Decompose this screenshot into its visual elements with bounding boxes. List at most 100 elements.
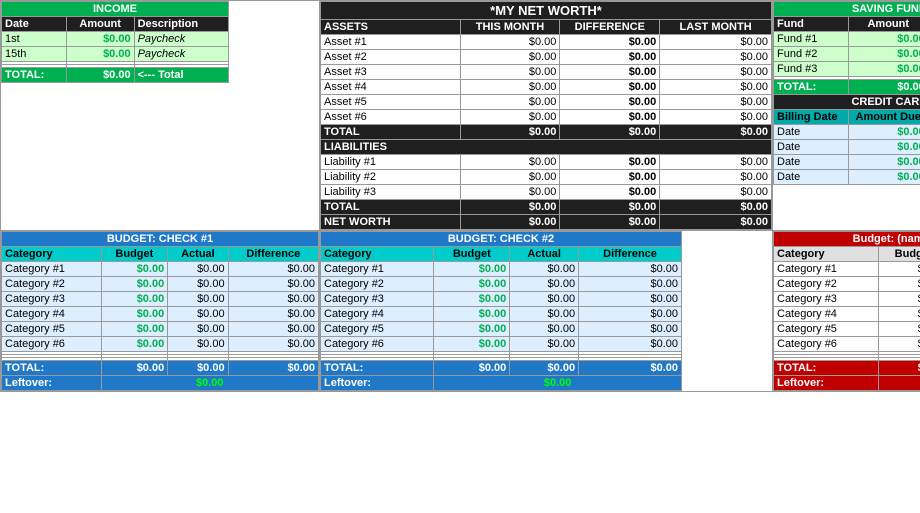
cc-row-3-date[interactable]: Date	[774, 155, 849, 170]
b2-r6-budget[interactable]: $0.00	[434, 337, 510, 352]
b2-r6-cat[interactable]: Category #6	[321, 337, 434, 352]
cc-row-3-amount[interactable]: $0.00	[848, 155, 920, 170]
asset-4-this-month[interactable]: $0.00	[460, 80, 560, 95]
asset-5-difference[interactable]: $0.00	[560, 95, 660, 110]
b2-r3-actual[interactable]: $0.00	[510, 292, 579, 307]
asset-6-last-month[interactable]: $0.00	[660, 110, 772, 125]
b1-r5-diff[interactable]: $0.00	[228, 322, 318, 337]
b2-r2-actual[interactable]: $0.00	[510, 277, 579, 292]
bn-r6-budget[interactable]: $0.00	[878, 337, 920, 352]
b2-r2-diff[interactable]: $0.00	[579, 277, 682, 292]
asset-5-name[interactable]: Asset #5	[321, 95, 461, 110]
b2-r1-budget[interactable]: $0.00	[434, 262, 510, 277]
b1-r4-cat[interactable]: Category #4	[2, 307, 102, 322]
b1-r6-diff[interactable]: $0.00	[228, 337, 318, 352]
asset-3-difference[interactable]: $0.00	[560, 65, 660, 80]
b1-r6-budget[interactable]: $0.00	[101, 337, 168, 352]
sf-row-1-fund[interactable]: Fund #1	[774, 32, 849, 47]
sf-row-2-amount[interactable]: $0.00	[848, 47, 920, 62]
b1-r6-cat[interactable]: Category #6	[2, 337, 102, 352]
bn-r1-budget[interactable]: $0.00	[878, 262, 920, 277]
asset-1-this-month[interactable]: $0.00	[460, 35, 560, 50]
liab-3-this-month[interactable]: $0.00	[460, 185, 560, 200]
sf-row-1-amount[interactable]: $0.00	[848, 32, 920, 47]
liab-1-this-month[interactable]: $0.00	[460, 155, 560, 170]
b1-r6-actual[interactable]: $0.00	[168, 337, 228, 352]
cc-row-4-date[interactable]: Date	[774, 170, 849, 185]
liab-1-difference[interactable]: $0.00	[560, 155, 660, 170]
bn-r6-cat[interactable]: Category #6	[774, 337, 879, 352]
b1-r2-cat[interactable]: Category #2	[2, 277, 102, 292]
asset-6-name[interactable]: Asset #6	[321, 110, 461, 125]
b1-r4-budget[interactable]: $0.00	[101, 307, 168, 322]
b1-r3-cat[interactable]: Category #3	[2, 292, 102, 307]
b1-r2-actual[interactable]: $0.00	[168, 277, 228, 292]
liab-2-last-month[interactable]: $0.00	[660, 170, 772, 185]
asset-2-difference[interactable]: $0.00	[560, 50, 660, 65]
b2-r3-diff[interactable]: $0.00	[579, 292, 682, 307]
b1-r4-actual[interactable]: $0.00	[168, 307, 228, 322]
b1-r3-actual[interactable]: $0.00	[168, 292, 228, 307]
bn-r5-budget[interactable]: $0.00	[878, 322, 920, 337]
income-row-1-amount[interactable]: $0.00	[66, 32, 134, 47]
b2-r5-diff[interactable]: $0.00	[579, 322, 682, 337]
income-row-1-desc[interactable]: Paycheck	[134, 32, 228, 47]
b2-r5-budget[interactable]: $0.00	[434, 322, 510, 337]
asset-2-last-month[interactable]: $0.00	[660, 50, 772, 65]
asset-3-name[interactable]: Asset #3	[321, 65, 461, 80]
b2-r2-budget[interactable]: $0.00	[434, 277, 510, 292]
b2-r3-cat[interactable]: Category #3	[321, 292, 434, 307]
liab-2-difference[interactable]: $0.00	[560, 170, 660, 185]
b2-r1-actual[interactable]: $0.00	[510, 262, 579, 277]
asset-4-last-month[interactable]: $0.00	[660, 80, 772, 95]
sf-row-2-fund[interactable]: Fund #2	[774, 47, 849, 62]
b2-r1-diff[interactable]: $0.00	[579, 262, 682, 277]
asset-1-name[interactable]: Asset #1	[321, 35, 461, 50]
b2-r5-cat[interactable]: Category #5	[321, 322, 434, 337]
b2-r1-cat[interactable]: Category #1	[321, 262, 434, 277]
b1-r2-budget[interactable]: $0.00	[101, 277, 168, 292]
b1-r1-cat[interactable]: Category #1	[2, 262, 102, 277]
b2-r4-cat[interactable]: Category #4	[321, 307, 434, 322]
liab-3-last-month[interactable]: $0.00	[660, 185, 772, 200]
b1-r5-actual[interactable]: $0.00	[168, 322, 228, 337]
bn-r4-budget[interactable]: $0.00	[878, 307, 920, 322]
liab-2-name[interactable]: Liability #2	[321, 170, 461, 185]
bn-r1-cat[interactable]: Category #1	[774, 262, 879, 277]
b1-r2-diff[interactable]: $0.00	[228, 277, 318, 292]
asset-4-difference[interactable]: $0.00	[560, 80, 660, 95]
asset-2-this-month[interactable]: $0.00	[460, 50, 560, 65]
liab-1-name[interactable]: Liability #1	[321, 155, 461, 170]
b2-r4-actual[interactable]: $0.00	[510, 307, 579, 322]
income-row-2-desc[interactable]: Paycheck	[134, 47, 228, 62]
asset-3-last-month[interactable]: $0.00	[660, 65, 772, 80]
sf-row-3-fund[interactable]: Fund #3	[774, 62, 849, 77]
b2-r5-actual[interactable]: $0.00	[510, 322, 579, 337]
liab-1-last-month[interactable]: $0.00	[660, 155, 772, 170]
cc-row-1-amount[interactable]: $0.00	[848, 125, 920, 140]
liab-3-name[interactable]: Liability #3	[321, 185, 461, 200]
cc-row-1-date[interactable]: Date	[774, 125, 849, 140]
b2-r4-diff[interactable]: $0.00	[579, 307, 682, 322]
b2-r4-budget[interactable]: $0.00	[434, 307, 510, 322]
b2-r6-actual[interactable]: $0.00	[510, 337, 579, 352]
bn-r4-cat[interactable]: Category #4	[774, 307, 879, 322]
cc-row-2-date[interactable]: Date	[774, 140, 849, 155]
b1-r5-cat[interactable]: Category #5	[2, 322, 102, 337]
asset-6-this-month[interactable]: $0.00	[460, 110, 560, 125]
asset-6-difference[interactable]: $0.00	[560, 110, 660, 125]
bn-r2-cat[interactable]: Category #2	[774, 277, 879, 292]
bn-r3-cat[interactable]: Category #3	[774, 292, 879, 307]
b1-r1-actual[interactable]: $0.00	[168, 262, 228, 277]
cc-row-2-amount[interactable]: $0.00	[848, 140, 920, 155]
b1-r3-budget[interactable]: $0.00	[101, 292, 168, 307]
b1-r4-diff[interactable]: $0.00	[228, 307, 318, 322]
b2-r6-diff[interactable]: $0.00	[579, 337, 682, 352]
asset-5-this-month[interactable]: $0.00	[460, 95, 560, 110]
b1-r3-diff[interactable]: $0.00	[228, 292, 318, 307]
asset-2-name[interactable]: Asset #2	[321, 50, 461, 65]
asset-4-name[interactable]: Asset #4	[321, 80, 461, 95]
b2-r3-budget[interactable]: $0.00	[434, 292, 510, 307]
b1-r1-budget[interactable]: $0.00	[101, 262, 168, 277]
asset-1-last-month[interactable]: $0.00	[660, 35, 772, 50]
